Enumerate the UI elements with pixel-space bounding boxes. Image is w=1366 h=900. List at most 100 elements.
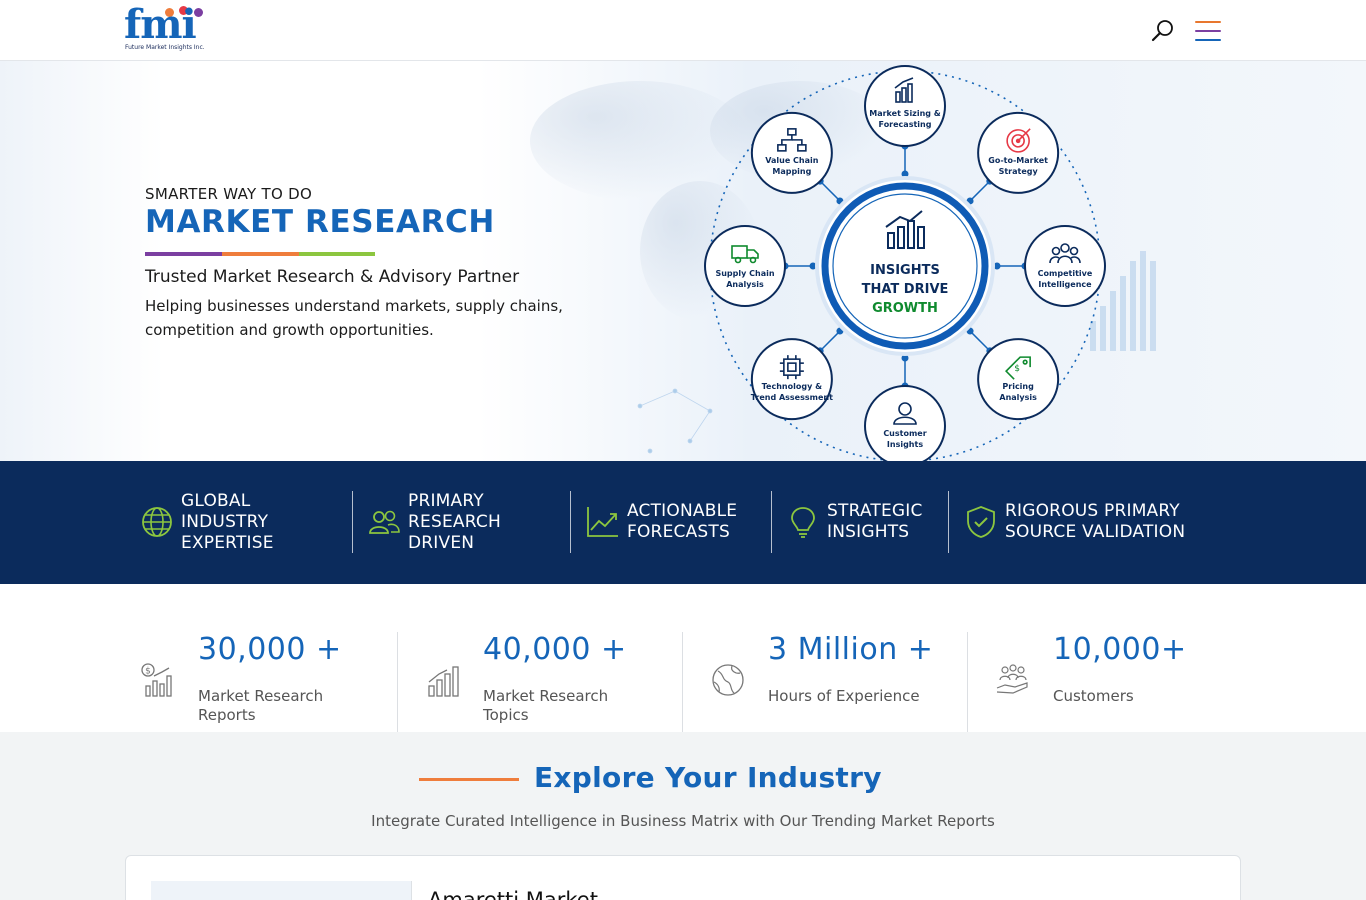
menu-line-top [1195,21,1221,23]
faint-network [637,388,713,454]
stats-section: $ 30,000 + Market Research Reports 40,00… [0,584,1366,732]
feature-divider [352,491,353,553]
feature-actionable-forecasts: ACTIONABLE FORECASTS [586,491,761,553]
accent-bar-orange [222,252,299,256]
globe-outline-icon [712,664,744,696]
stat-number: 30,000 + [198,632,342,667]
feature-strategic-insights: STRATEGIC INSIGHTS [786,491,936,553]
stat-hours: 3 Million + Hours of Experience [710,632,960,732]
accent-bar-purple [145,252,222,256]
feature-strip: GLOBAL INDUSTRY EXPERTISE PRIMARY RESEAR… [0,461,1366,584]
wheel-node: Supply Chain Analysis [704,225,786,307]
center-text-line-1: INSIGHTS [870,263,940,278]
wheel-node-label: Strategy [999,167,1039,176]
bar-growth-icon [428,666,459,697]
report-card[interactable]: Amaretti Market [125,855,1241,900]
hero-eyebrow: SMARTER WAY TO DO [145,185,313,203]
hero-section: SMARTER WAY TO DO MARKET RESEARCH Truste… [0,61,1366,461]
feature-source-validation: RIGOROUS PRIMARY SOURCE VALIDATION [964,491,1204,553]
stat-customers: 10,000+ Customers [995,632,1245,732]
feature-divider [948,491,949,553]
feature-label: STRATEGIC INSIGHTS [827,501,923,542]
accent-bar-green [299,252,375,256]
explore-subtitle: Integrate Curated Intelligence in Busine… [371,812,995,830]
feature-divider [771,491,772,553]
explore-industry-section: Explore Your Industry Integrate Curated … [0,732,1366,900]
wheel-node-label: Competitive [1038,269,1093,278]
hamburger-menu-icon[interactable] [1195,21,1221,43]
wheel-node-circle [1024,225,1106,307]
svg-text:$: $ [1014,364,1020,374]
stat-label: Customers [1053,687,1134,705]
feature-label: PRIMARY RESEARCH DRIVEN [408,490,501,553]
wheel-node: Customer Insights [864,385,946,461]
trend-chart-icon [587,507,618,537]
feature-global-expertise: GLOBAL INDUSTRY EXPERTISE [140,491,340,553]
report-card-title[interactable]: Amaretti Market [428,888,598,900]
wheel-node-label: Pricing [1002,382,1034,391]
people-icon [369,510,400,534]
wheel-node: Technology & Trend Assessment [750,338,833,421]
explore-title-accent [419,778,519,781]
stat-label: Market Research Reports [198,687,324,724]
fmi-logo[interactable]: fmi Future Market Insights Inc. [124,5,212,55]
wheel-node-circle [977,338,1060,421]
wheel-node: Value Chain Mapping [750,111,833,194]
wheel-node-label: Market Sizing & [869,109,941,118]
customers-hand-icon [996,664,1028,694]
report-card-thumbnail [151,881,412,900]
wheel-node-label: Value Chain [765,156,819,165]
wheel-node-label: Analysis [726,280,764,289]
wheel-node-label: Customer [883,429,926,438]
stat-label: Hours of Experience [768,687,920,705]
stat-divider [967,632,968,732]
wheel-node: Market Sizing & Forecasting [864,65,946,147]
lightbulb-icon [791,507,815,538]
wheel-node: Go-to-Market Strategy [977,111,1060,194]
wheel-node-circle [977,111,1060,194]
wheel-node-circle [750,338,833,421]
report-chart-icon: $ [141,663,172,697]
wheel-node-label: Mapping [772,167,811,176]
stat-divider [397,632,398,732]
center-text-line-2: THAT DRIVE [862,282,949,297]
wheel-spoke [969,180,991,202]
wheel-node-label: Go-to-Market [988,156,1048,165]
wheel-node-label: Trend Assessment [751,393,833,402]
wheel-node-label: Intelligence [1038,280,1092,289]
wheel-node-label: Forecasting [879,120,932,129]
wheel-node: Competitive Intelligence [1024,225,1106,307]
wheel-node-circle [864,65,946,147]
wheel-node: $ Pricing Analysis [977,338,1060,421]
stat-label: Market Research Topics [483,687,609,724]
shield-check-icon [967,506,995,538]
feature-primary-research: PRIMARY RESEARCH DRIVEN [367,491,557,553]
hero-subtitle: Trusted Market Research & Advisory Partn… [145,267,520,287]
svg-text:$: $ [145,667,151,677]
center-text-line-3: GROWTH [872,301,938,316]
wheel-spoke [819,330,841,352]
menu-line-middle [1195,30,1221,32]
wheel-node-label: Analysis [999,393,1037,402]
wheel-spoke [819,180,841,202]
wheel-spoke [969,330,991,352]
site-header: fmi Future Market Insights Inc. [0,0,1366,61]
feature-label: GLOBAL INDUSTRY EXPERTISE [181,490,274,553]
wheel-node-label: Technology & [762,382,822,391]
feature-label: ACTIONABLE FORECASTS [627,501,738,542]
hero-accent-bar [145,252,375,256]
feature-label: RIGOROUS PRIMARY SOURCE VALIDATION [1005,501,1186,542]
logo-subtext: Future Market Insights Inc. [125,44,205,51]
stat-number: 10,000+ [1053,632,1187,667]
hero-title: MARKET RESEARCH [145,204,495,240]
stat-topics: 40,000 + Market Research Topics [425,632,675,732]
wheel-node-circle [750,111,833,194]
stat-number: 40,000 + [483,632,627,667]
feature-divider [570,491,571,553]
insights-wheel-graphic: INSIGHTS THAT DRIVE GROWTH Market Sizing… [530,65,1156,461]
menu-line-bottom [1195,39,1221,41]
hero-description: Helping businesses understand markets, s… [145,297,563,339]
logo-text: fmi [124,1,197,48]
search-icon[interactable] [1150,18,1176,44]
stat-number: 3 Million + [768,632,934,667]
